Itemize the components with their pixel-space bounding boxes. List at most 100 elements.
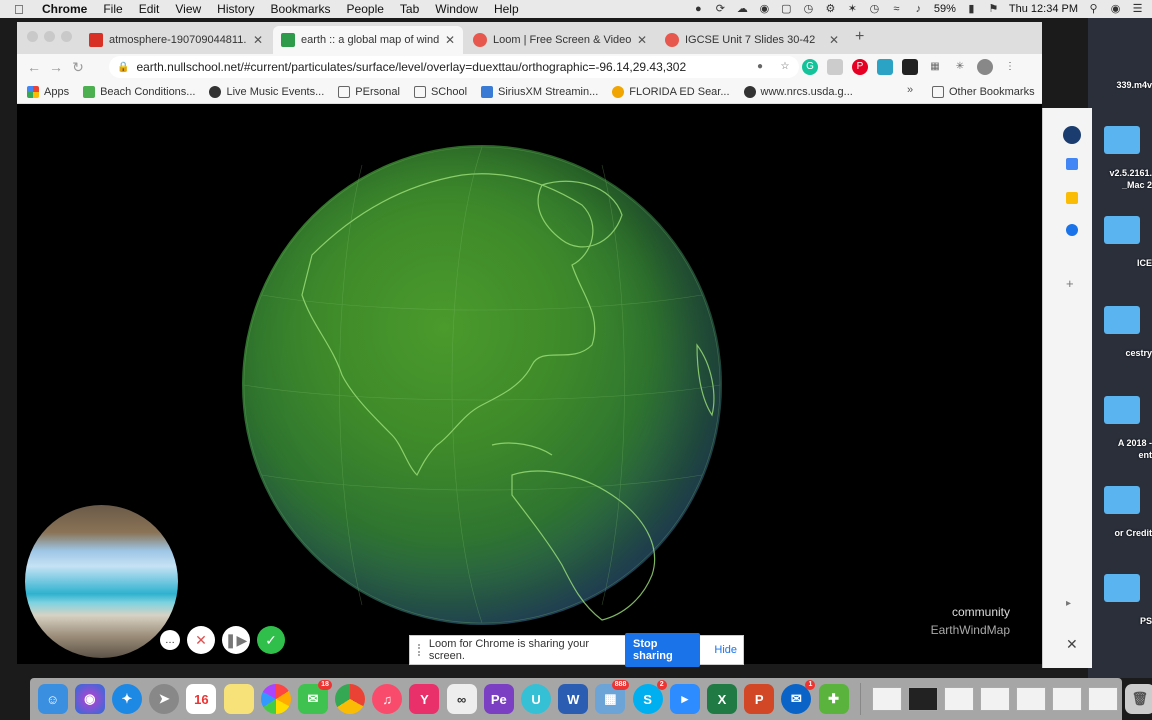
preview-icon[interactable]: ▦ 888 xyxy=(595,680,630,714)
community-link[interactable]: community xyxy=(931,603,1010,621)
earthwindmap-link[interactable]: EarthWindMap xyxy=(931,621,1010,639)
back-arrow-icon[interactable]: ← xyxy=(23,59,45,75)
document-thumbnail[interactable] xyxy=(1052,687,1083,711)
reload-icon[interactable]: ↻ xyxy=(67,59,89,76)
bookmark-florida-ed[interactable]: FLORIDA ED Sear... xyxy=(612,85,730,98)
menu-people[interactable]: People xyxy=(347,2,384,16)
profile-avatar[interactable] xyxy=(977,59,993,75)
folder-icon[interactable] xyxy=(1104,126,1140,154)
folder-icon[interactable] xyxy=(1104,574,1140,602)
tab-earth[interactable]: earth :: a global map of wind, w ✕ xyxy=(273,26,463,54)
timer-icon[interactable]: ◷ xyxy=(802,3,815,16)
app-icon[interactable]: U xyxy=(521,684,552,714)
address-bar[interactable]: 🔒 earth.nullschool.net/#current/particul… xyxy=(109,56,799,78)
new-tab-button[interactable]: + xyxy=(855,28,864,46)
grid-icon[interactable]: ▦ xyxy=(927,59,943,75)
trash-icon[interactable]: 🗑 xyxy=(1124,684,1152,714)
app-icon[interactable]: Y xyxy=(409,684,440,714)
publisher-icon[interactable]: Pe xyxy=(483,684,514,714)
menu-edit[interactable]: Edit xyxy=(139,2,160,16)
notification-center-icon[interactable]: ☰ xyxy=(1131,3,1144,16)
finish-recording-button[interactable]: ✓ xyxy=(257,626,285,654)
more-options-icon[interactable]: … xyxy=(160,630,180,650)
tab-igcse-slides[interactable]: IGCSE Unit 7 Slides 30-42 ✕ xyxy=(657,26,847,54)
siri-icon[interactable]: ◉ xyxy=(1109,3,1122,16)
keep-icon[interactable] xyxy=(1066,192,1078,204)
close-tab-icon[interactable]: ✕ xyxy=(445,33,455,47)
folder-icon[interactable] xyxy=(1104,306,1140,334)
bookmarks-overflow-chevron[interactable]: » xyxy=(907,84,913,96)
camera-icon[interactable] xyxy=(902,59,918,75)
extension-icon[interactable] xyxy=(1063,126,1081,144)
menu-kebab-icon[interactable]: ⋮ xyxy=(1002,59,1018,75)
clock-text[interactable]: Thu 12:34 PM xyxy=(1009,3,1078,15)
star-icon[interactable]: ☆ xyxy=(777,59,793,75)
menu-tab[interactable]: Tab xyxy=(400,2,419,16)
folder-icon[interactable] xyxy=(1104,396,1140,424)
close-window-button[interactable] xyxy=(27,31,38,42)
battery-percent[interactable]: 59% xyxy=(934,3,956,15)
menu-chrome[interactable]: Chrome xyxy=(42,2,87,16)
globe[interactable] xyxy=(242,145,722,625)
chevron-right-icon[interactable]: ▸ xyxy=(1066,598,1071,609)
launchpad-icon[interactable]: ➤ xyxy=(149,684,180,714)
document-thumbnail[interactable] xyxy=(944,687,975,711)
spotlight-search-icon[interactable]: ⚲ xyxy=(1087,3,1100,16)
apple-icon[interactable]:  xyxy=(14,2,30,17)
bookmark-siriusxm[interactable]: SiriusXM Streamin... xyxy=(481,85,598,98)
cloud-icon[interactable]: ☁ xyxy=(736,3,749,16)
extension-icon[interactable] xyxy=(877,59,893,75)
minimize-window-button[interactable] xyxy=(44,31,55,42)
chrome-icon[interactable] xyxy=(335,684,366,714)
notes-icon[interactable] xyxy=(223,684,254,714)
bookmark-live-music[interactable]: Live Music Events... xyxy=(209,85,324,98)
grammarly-icon[interactable]: G xyxy=(802,59,818,75)
close-tab-icon[interactable]: ✕ xyxy=(253,33,263,47)
microphone-icon[interactable]: ● xyxy=(692,3,705,16)
document-thumbnail[interactable] xyxy=(1016,687,1047,711)
bookmark-other[interactable]: Other Bookmarks xyxy=(932,80,1035,104)
finder-icon[interactable]: ☺ xyxy=(37,684,68,714)
battery-icon[interactable]: ▮ xyxy=(965,3,978,16)
gear-icon[interactable]: ⚙ xyxy=(824,3,837,16)
bluetooth-icon[interactable]: ✶ xyxy=(846,3,859,16)
folder-icon[interactable] xyxy=(1104,486,1140,514)
pause-recording-button[interactable]: ❚▶ xyxy=(222,626,250,654)
app-icon[interactable]: ✚ xyxy=(818,684,849,714)
outlook-icon[interactable]: ✉ 1 xyxy=(781,680,816,714)
input-flag-icon[interactable]: ⚑ xyxy=(987,3,1000,16)
add-icon[interactable]: + xyxy=(1066,276,1074,291)
wifi-icon[interactable]: ≈ xyxy=(890,3,903,16)
document-thumbnail[interactable] xyxy=(908,687,939,711)
hide-button[interactable]: Hide xyxy=(708,639,743,661)
tasks-icon[interactable] xyxy=(1066,224,1078,236)
stop-sharing-button[interactable]: Stop sharing xyxy=(624,633,701,667)
pinterest-icon[interactable]: P xyxy=(852,59,868,75)
bookmark-school[interactable]: SChool xyxy=(413,85,467,98)
bookmark-beach[interactable]: Beach Conditions... xyxy=(83,85,195,98)
document-thumbnail[interactable] xyxy=(1088,687,1119,711)
messages-icon[interactable]: ✉ 18 xyxy=(297,680,332,714)
photos-icon[interactable] xyxy=(260,684,291,714)
volume-icon[interactable]: ♪ xyxy=(912,3,925,16)
tab-loom[interactable]: Loom | Free Screen & Video Re ✕ xyxy=(465,26,655,54)
screen-icon[interactable]: ▢ xyxy=(780,3,793,16)
word-icon[interactable]: W xyxy=(558,684,589,714)
forward-arrow-icon[interactable]: → xyxy=(45,59,67,75)
menu-file[interactable]: File xyxy=(103,2,122,16)
microphone-icon[interactable]: ● xyxy=(752,59,768,75)
tab-atmosphere-pdf[interactable]: atmosphere-190709044811.pdf ✕ xyxy=(81,26,271,54)
close-tab-icon[interactable]: ✕ xyxy=(829,33,839,47)
safari-icon[interactable]: ✦ xyxy=(111,684,142,714)
zoom-icon[interactable]: ▸ xyxy=(669,684,700,714)
menu-window[interactable]: Window xyxy=(435,2,478,16)
itunes-icon[interactable]: ♫ xyxy=(372,684,403,714)
close-tab-icon[interactable]: ✕ xyxy=(637,33,647,47)
app-icon[interactable]: ∞ xyxy=(446,684,477,714)
excel-icon[interactable]: X xyxy=(706,684,737,714)
clock-icon[interactable]: ◷ xyxy=(868,3,881,16)
siri-icon[interactable]: ◉ xyxy=(74,684,105,714)
url-text[interactable]: earth.nullschool.net/#current/particulat… xyxy=(136,60,686,74)
drag-handle-icon[interactable] xyxy=(418,644,421,656)
bookmark-nrcs[interactable]: www.nrcs.usda.g... xyxy=(743,85,853,98)
